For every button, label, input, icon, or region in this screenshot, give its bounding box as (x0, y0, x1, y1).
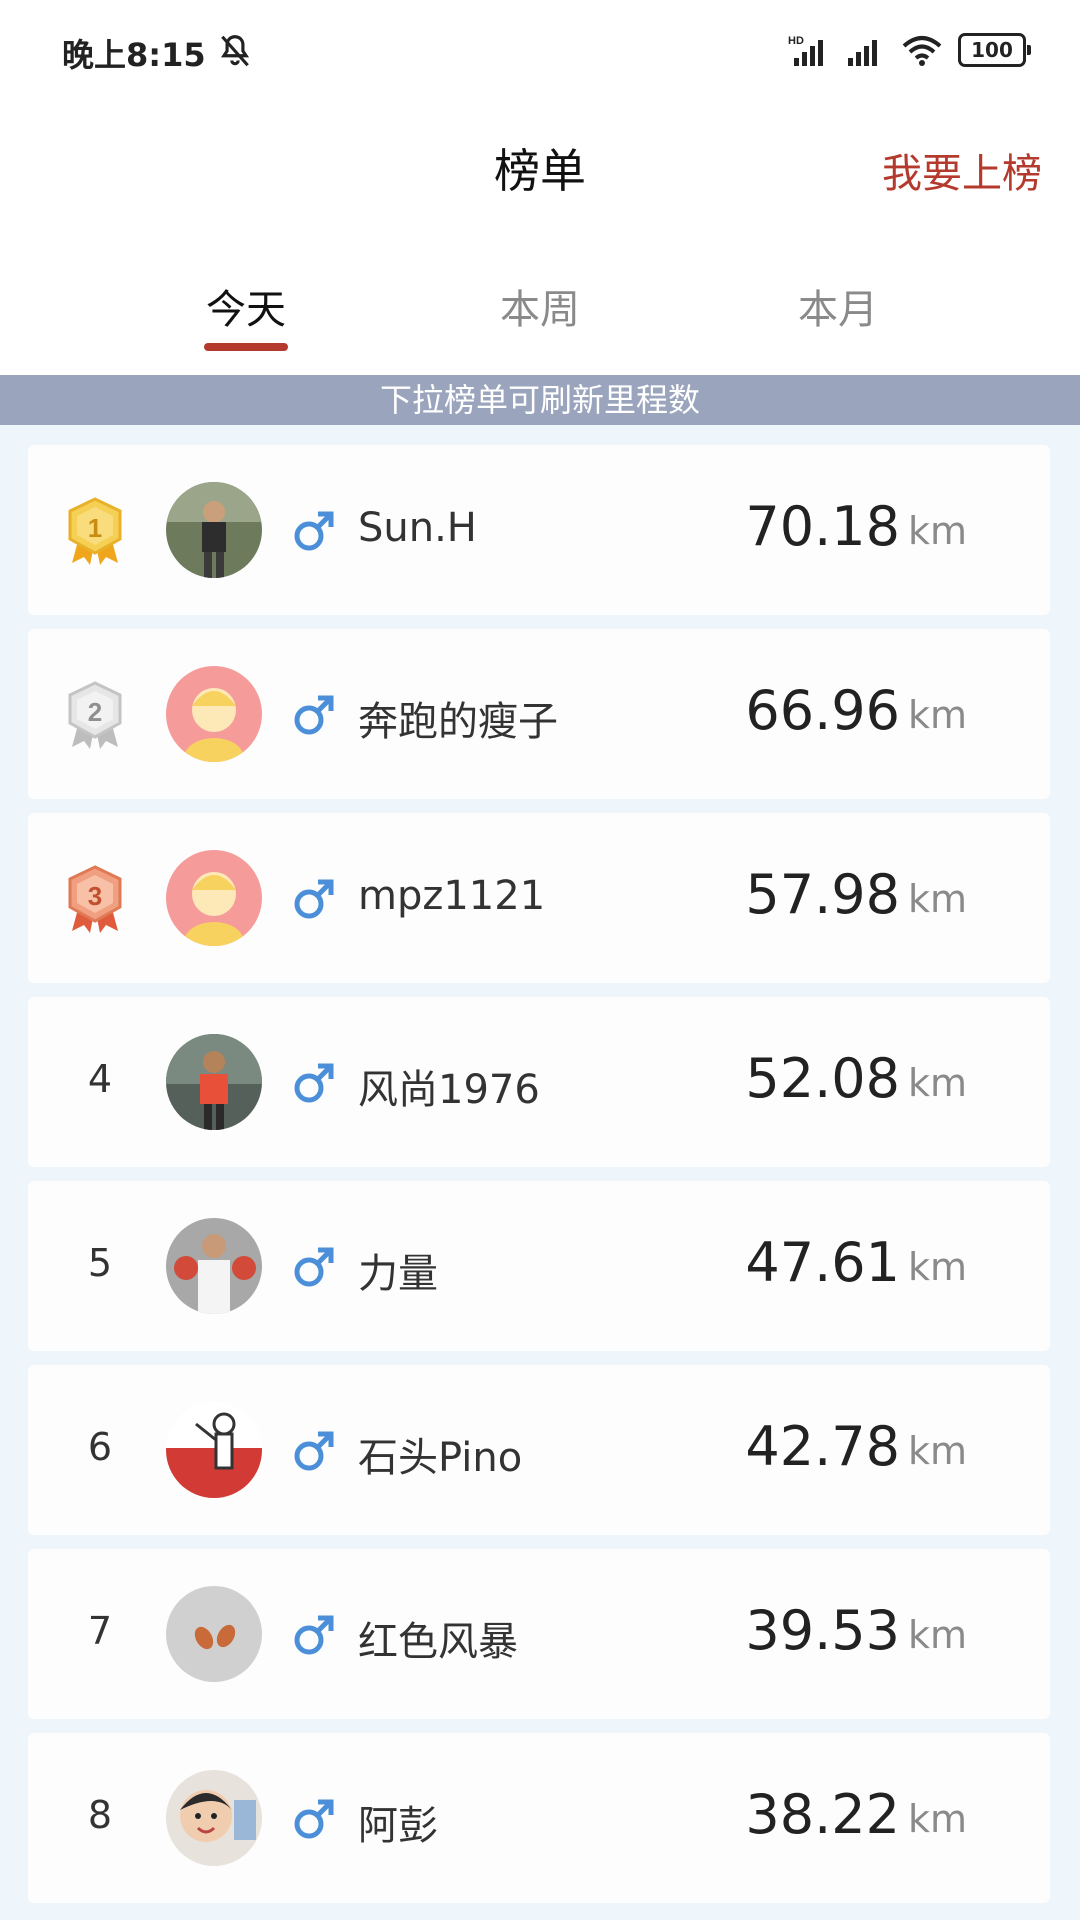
refresh-hint: 下拉榜单可刷新里程数 (0, 375, 1080, 425)
join-ranking-button[interactable]: 我要上榜 (882, 141, 1042, 199)
distance-value: 57.98 (745, 863, 900, 926)
runner-name: 风尚1976 (358, 1067, 540, 1113)
distance-unit: km (908, 1245, 968, 1289)
distance-unit: km (908, 1429, 968, 1473)
distance-value: 42.78 (745, 1415, 900, 1478)
distance-value: 47.61 (745, 1231, 900, 1294)
tab-bar: 今天 本周 本月 (0, 225, 1080, 375)
header: 榜单 我要上榜 (0, 105, 1080, 225)
rank-number: 6 (87, 1425, 113, 1469)
avatar[interactable] (166, 666, 262, 762)
leaderboard-row[interactable]: 7 红色风暴 39.53 km (28, 1549, 1050, 1719)
leaderboard-row[interactable]: 4 风尚1976 52.08 km (28, 997, 1050, 1167)
distance-value: 39.53 (745, 1599, 900, 1662)
leaderboard-row[interactable]: 5 力量 47.61 km (28, 1181, 1050, 1351)
runner-name: 奔跑的瘦子 (358, 699, 558, 745)
svg-text:2: 2 (88, 697, 102, 727)
distance-value: 52.08 (745, 1047, 900, 1110)
rank-number: 5 (87, 1241, 113, 1285)
male-icon (294, 1615, 334, 1655)
runner-name: 红色风暴 (358, 1619, 518, 1665)
avatar[interactable] (166, 1034, 262, 1130)
male-icon (294, 695, 334, 735)
distance-unit: km (908, 1061, 968, 1105)
tab-this-week[interactable]: 本周 (440, 277, 640, 335)
avatar[interactable] (166, 1770, 262, 1866)
rank-number: 7 (87, 1609, 113, 1653)
distance-value: 70.18 (745, 495, 900, 558)
avatar[interactable] (166, 850, 262, 946)
wifi-icon (902, 36, 942, 66)
svg-text:3: 3 (88, 881, 102, 911)
distance-unit: km (908, 1797, 968, 1841)
avatar[interactable] (166, 1218, 262, 1314)
avatar[interactable] (166, 482, 262, 578)
distance-value: 66.96 (745, 679, 900, 742)
gold-medal-icon: 1 (68, 497, 122, 565)
avatar[interactable] (166, 1402, 262, 1498)
screen: 晚上8:15 HD 100 榜单 我要上榜 今天 本周 本月 下拉榜单可刷新里程… (0, 0, 1080, 1920)
status-icons: HD 100 (788, 30, 1031, 70)
silver-medal-icon: 2 (68, 681, 122, 749)
rank-number: 8 (87, 1793, 113, 1837)
bronze-medal-icon: 3 (68, 865, 122, 933)
tab-today[interactable]: 今天 (146, 277, 346, 335)
runner-name: 力量 (358, 1251, 438, 1297)
distance-unit: km (908, 509, 968, 553)
leaderboard-row[interactable]: 3 mpz1121 57.98 km (28, 813, 1050, 983)
leaderboard-row[interactable]: 8 阿彭 38.22 km (28, 1733, 1050, 1903)
leaderboard-row[interactable]: 1 Sun.H 70.18 km (28, 445, 1050, 615)
status-bar: 晚上8:15 HD 100 (0, 0, 1080, 105)
status-time: 晚上8:15 (62, 36, 206, 74)
distance-unit: km (908, 1613, 968, 1657)
runner-name: Sun.H (358, 505, 477, 551)
male-icon (294, 1063, 334, 1103)
tab-this-month[interactable]: 本月 (738, 277, 938, 335)
svg-text:HD: HD (788, 35, 804, 47)
distance-unit: km (908, 877, 968, 921)
distance-value: 38.22 (745, 1783, 900, 1846)
active-tab-indicator (204, 343, 288, 351)
runner-name: 石头Pino (358, 1435, 523, 1481)
male-icon (294, 1799, 334, 1839)
rank-number: 4 (87, 1057, 113, 1101)
battery-icon: 100 (958, 33, 1031, 67)
male-icon (294, 1247, 334, 1287)
male-icon (294, 879, 334, 919)
male-icon (294, 511, 334, 551)
svg-text:1: 1 (88, 513, 102, 543)
leaderboard-row[interactable]: 6 石头Pino 42.78 km (28, 1365, 1050, 1535)
male-icon (294, 1431, 334, 1471)
bell-off-icon (220, 35, 250, 67)
hd-signal-icon: HD (788, 35, 823, 66)
signal-icon (848, 40, 877, 66)
runner-name: 阿彭 (358, 1803, 438, 1849)
avatar[interactable] (166, 1586, 262, 1682)
distance-unit: km (908, 693, 968, 737)
leaderboard-row[interactable]: 2 奔跑的瘦子 66.96 km (28, 629, 1050, 799)
runner-name: mpz1121 (358, 873, 546, 919)
